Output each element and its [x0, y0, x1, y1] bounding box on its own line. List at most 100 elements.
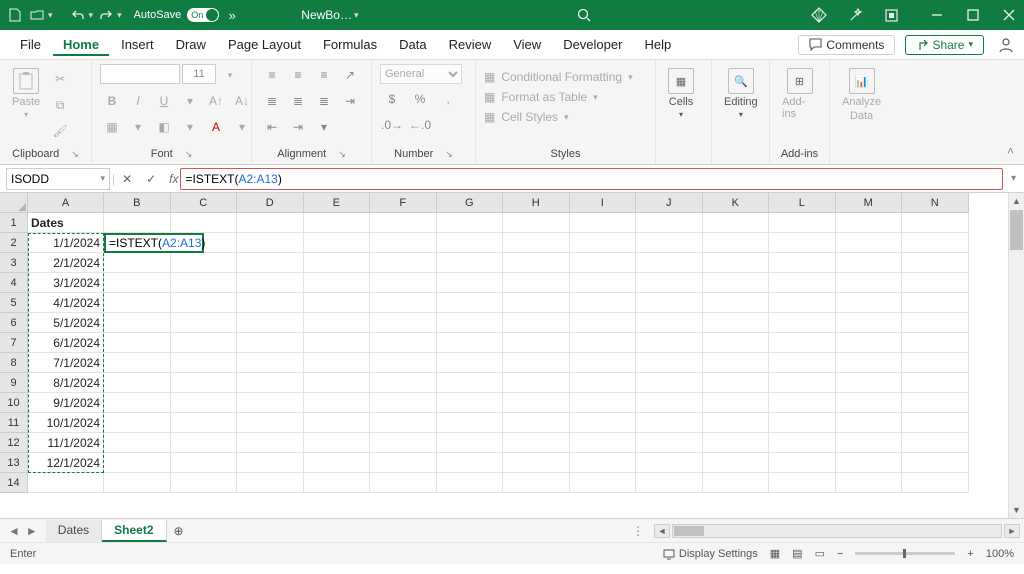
- cell[interactable]: 3/1/2024: [28, 273, 104, 293]
- select-all-corner[interactable]: [0, 193, 28, 213]
- cell[interactable]: 6/1/2024: [28, 333, 104, 353]
- row-header[interactable]: 14: [0, 473, 28, 493]
- cell[interactable]: [503, 373, 570, 393]
- cell[interactable]: [171, 433, 238, 453]
- cell[interactable]: [503, 393, 570, 413]
- cell[interactable]: [503, 233, 570, 253]
- cell[interactable]: [237, 413, 304, 433]
- cell[interactable]: [437, 273, 504, 293]
- cell[interactable]: [304, 393, 371, 413]
- launcher-icon[interactable]: ↘: [185, 149, 193, 160]
- name-box[interactable]: ISODD▾: [6, 168, 110, 190]
- cell[interactable]: [503, 293, 570, 313]
- row-header[interactable]: 2: [0, 233, 28, 253]
- cell[interactable]: [237, 213, 304, 233]
- toggle-switch[interactable]: [187, 8, 219, 22]
- cell[interactable]: [304, 313, 371, 333]
- cell[interactable]: [171, 473, 238, 493]
- collapse-ribbon-icon[interactable]: ˄: [1007, 144, 1014, 158]
- zoom-level[interactable]: 100%: [986, 548, 1014, 560]
- cell[interactable]: [836, 233, 903, 253]
- cell[interactable]: [570, 373, 637, 393]
- cell[interactable]: [902, 213, 969, 233]
- row-header[interactable]: 10: [0, 393, 28, 413]
- cell[interactable]: [636, 433, 703, 453]
- cell[interactable]: [769, 413, 836, 433]
- sheet-tab-sheet2[interactable]: Sheet2: [102, 520, 166, 542]
- cell[interactable]: [902, 353, 969, 373]
- cell[interactable]: [104, 353, 171, 373]
- cell[interactable]: [237, 293, 304, 313]
- cell[interactable]: [902, 373, 969, 393]
- formula-input[interactable]: =ISTEXT(A2:A13): [180, 168, 1003, 190]
- chevron-down-icon[interactable]: ▾: [89, 10, 94, 21]
- cell[interactable]: 8/1/2024: [28, 373, 104, 393]
- column-header[interactable]: M: [836, 193, 903, 213]
- zoom-slider[interactable]: [855, 552, 955, 555]
- menu-file[interactable]: File: [10, 33, 51, 56]
- cell[interactable]: [104, 293, 171, 313]
- cell[interactable]: [570, 353, 637, 373]
- cell[interactable]: [703, 393, 770, 413]
- cell[interactable]: [836, 293, 903, 313]
- menu-home[interactable]: Home: [53, 33, 109, 56]
- cell[interactable]: [237, 233, 304, 253]
- cell[interactable]: [237, 373, 304, 393]
- cell[interactable]: [570, 273, 637, 293]
- scroll-thumb[interactable]: [674, 526, 704, 536]
- new-file-icon[interactable]: [6, 6, 24, 24]
- cell[interactable]: [902, 453, 969, 473]
- cell[interactable]: [437, 413, 504, 433]
- cell[interactable]: [636, 353, 703, 373]
- cell[interactable]: [503, 313, 570, 333]
- cell[interactable]: [570, 313, 637, 333]
- column-header[interactable]: C: [171, 193, 238, 213]
- cell[interactable]: [636, 473, 703, 493]
- cell[interactable]: [370, 253, 437, 273]
- prev-sheet-icon[interactable]: ◄: [8, 524, 20, 538]
- cell[interactable]: [304, 233, 371, 253]
- cell[interactable]: [836, 353, 903, 373]
- cell[interactable]: [237, 453, 304, 473]
- cell[interactable]: [370, 233, 437, 253]
- cell[interactable]: [437, 373, 504, 393]
- cell[interactable]: 7/1/2024: [28, 353, 104, 373]
- cell[interactable]: [370, 213, 437, 233]
- cell[interactable]: [570, 413, 637, 433]
- cell[interactable]: [171, 393, 238, 413]
- cell[interactable]: [703, 313, 770, 333]
- cells-button[interactable]: ▦Cells▾: [664, 64, 698, 119]
- cell[interactable]: [703, 353, 770, 373]
- cell[interactable]: [370, 453, 437, 473]
- cell[interactable]: [104, 413, 171, 433]
- cell[interactable]: [104, 253, 171, 273]
- page-break-view-icon[interactable]: ▭: [815, 547, 825, 560]
- app-icon[interactable]: [882, 6, 900, 24]
- enter-formula-icon[interactable]: ✓: [139, 167, 163, 191]
- normal-view-icon[interactable]: ▦: [770, 547, 780, 560]
- scroll-down-icon[interactable]: ▼: [1009, 502, 1024, 518]
- cell[interactable]: [104, 473, 171, 493]
- row-header[interactable]: 11: [0, 413, 28, 433]
- share-button[interactable]: Share▾: [905, 35, 984, 55]
- cell[interactable]: [104, 233, 171, 253]
- cell[interactable]: [171, 373, 238, 393]
- cell[interactable]: [171, 313, 238, 333]
- cell[interactable]: [104, 273, 171, 293]
- menu-page-layout[interactable]: Page Layout: [218, 33, 311, 56]
- cell[interactable]: [769, 353, 836, 373]
- horizontal-scrollbar[interactable]: ⋮ ◄ ►: [628, 524, 1024, 538]
- scroll-thumb[interactable]: [1010, 210, 1023, 250]
- cell[interactable]: 5/1/2024: [28, 313, 104, 333]
- cell[interactable]: [836, 453, 903, 473]
- cell[interactable]: [769, 233, 836, 253]
- cell[interactable]: 10/1/2024: [28, 413, 104, 433]
- search-icon[interactable]: [575, 6, 593, 24]
- column-header[interactable]: E: [304, 193, 371, 213]
- row-header[interactable]: 7: [0, 333, 28, 353]
- cell[interactable]: [304, 413, 371, 433]
- cell[interactable]: [636, 213, 703, 233]
- cell[interactable]: [836, 373, 903, 393]
- editing-button[interactable]: 🔍Editing▾: [720, 64, 762, 119]
- cell[interactable]: [703, 453, 770, 473]
